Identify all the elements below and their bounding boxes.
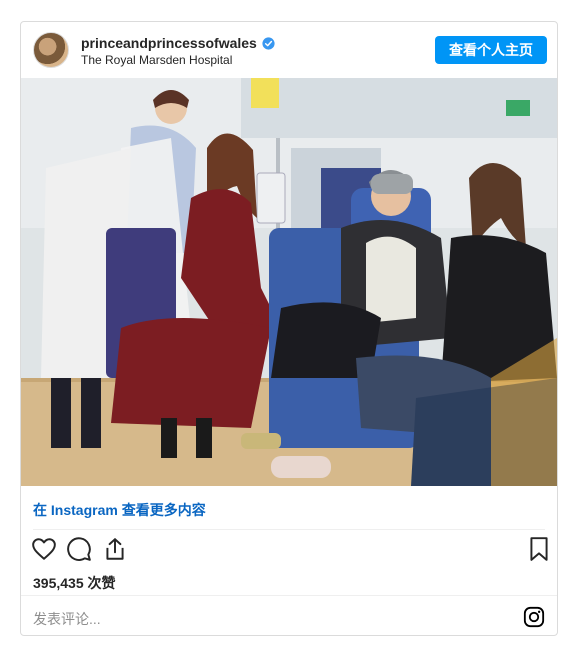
view-profile-button[interactable]: 查看个人主页 bbox=[435, 36, 547, 64]
likes-count[interactable]: 395,435 次赞 bbox=[33, 573, 116, 593]
heart-icon[interactable] bbox=[31, 536, 57, 562]
view-more-link[interactable]: 在 Instagram 查看更多内容 bbox=[33, 500, 206, 520]
comment-bubble-icon[interactable] bbox=[66, 536, 92, 562]
comment-input[interactable]: 发表评论... bbox=[33, 609, 101, 629]
bookmark-icon[interactable] bbox=[526, 536, 552, 562]
instagram-embed-card: princeandprincessofwales The Royal Marsd… bbox=[20, 21, 558, 636]
hospital-photo-illustration bbox=[21, 78, 557, 486]
post-header: princeandprincessofwales The Royal Marsd… bbox=[21, 22, 557, 78]
username-row[interactable]: princeandprincessofwales bbox=[81, 35, 275, 51]
share-icon[interactable] bbox=[102, 536, 128, 562]
username[interactable]: princeandprincessofwales bbox=[81, 35, 257, 51]
avatar[interactable] bbox=[33, 32, 69, 68]
post-photo[interactable] bbox=[21, 78, 557, 486]
divider bbox=[33, 529, 545, 530]
view-more-text[interactable]: 在 Instagram 查看更多内容 bbox=[33, 502, 206, 518]
comment-divider bbox=[21, 595, 557, 596]
verified-badge-icon bbox=[262, 36, 275, 50]
action-bar bbox=[21, 536, 557, 568]
instagram-logo-icon[interactable] bbox=[523, 606, 545, 628]
location[interactable]: The Royal Marsden Hospital bbox=[81, 53, 232, 67]
